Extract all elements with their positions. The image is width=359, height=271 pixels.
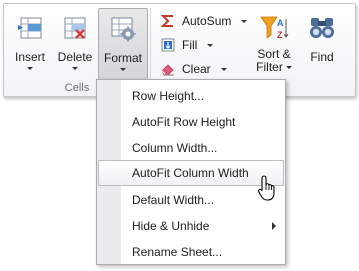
menu-item-label: Column Width... (132, 141, 218, 155)
autosum-label: AutoSum (182, 14, 232, 28)
delete-rows-icon (60, 13, 90, 43)
menu-item-label: AutoFit Row Height (132, 115, 236, 129)
chevron-down-icon (120, 68, 126, 71)
sort-filter-button[interactable]: A Z Sort & Filter (252, 8, 296, 80)
fill-button[interactable]: Fill (160, 35, 214, 55)
submenu-arrow-icon (272, 222, 276, 230)
chevron-down-icon (241, 19, 248, 23)
eraser-icon (160, 61, 176, 77)
autosum-button[interactable]: AutoSum (160, 11, 248, 31)
sort-filter-icon: A Z (259, 13, 289, 43)
menu-item-label: Row Height... (132, 89, 205, 103)
chevron-down-icon (27, 67, 33, 70)
clear-button[interactable]: Clear (160, 59, 227, 79)
menu-item-rename-sheet[interactable]: Rename Sheet... (98, 239, 284, 265)
menu-item-column-width[interactable]: Column Width... (98, 135, 284, 161)
insert-rows-icon (15, 13, 45, 43)
delete-label: Delete (57, 50, 93, 64)
chevron-down-icon (207, 43, 214, 47)
menu-item-label: Hide & Unhide (132, 219, 210, 233)
format-dropdown-menu: Row Height... AutoFit Row Height Column … (96, 79, 286, 265)
format-cells-icon (108, 14, 138, 44)
svg-text:Z: Z (277, 30, 283, 40)
insert-button[interactable]: Insert (10, 8, 50, 80)
hand-cursor-icon (257, 175, 275, 201)
sort-filter-label-line1: Sort & (257, 47, 291, 61)
fill-down-icon (160, 37, 176, 53)
svg-text:A: A (277, 18, 284, 28)
menu-item-label: AutoFit Column Width (132, 166, 249, 180)
delete-button[interactable]: Delete (54, 8, 96, 80)
format-label: Format (103, 51, 142, 65)
find-button[interactable]: Find (304, 8, 340, 80)
format-button[interactable]: Format (98, 8, 148, 80)
menu-item-label: Rename Sheet... (132, 245, 223, 259)
menu-item-autofit-row-height[interactable]: AutoFit Row Height (98, 109, 284, 135)
menu-item-row-height[interactable]: Row Height... (98, 83, 284, 109)
chevron-down-icon (285, 66, 292, 70)
insert-label: Insert (14, 50, 45, 64)
clear-label: Clear (182, 62, 211, 76)
chevron-down-icon (72, 67, 78, 70)
sort-filter-label-line2: Filter (256, 60, 283, 74)
menu-item-label: Default Width... (132, 193, 215, 207)
menu-item-hide-unhide[interactable]: Hide & Unhide (98, 213, 284, 239)
find-label: Find (310, 50, 334, 64)
sigma-icon (160, 13, 176, 29)
binoculars-icon (307, 13, 337, 43)
fill-label: Fill (182, 38, 198, 52)
chevron-down-icon (220, 67, 227, 71)
sort-filter-label: Sort & Filter (256, 48, 292, 74)
